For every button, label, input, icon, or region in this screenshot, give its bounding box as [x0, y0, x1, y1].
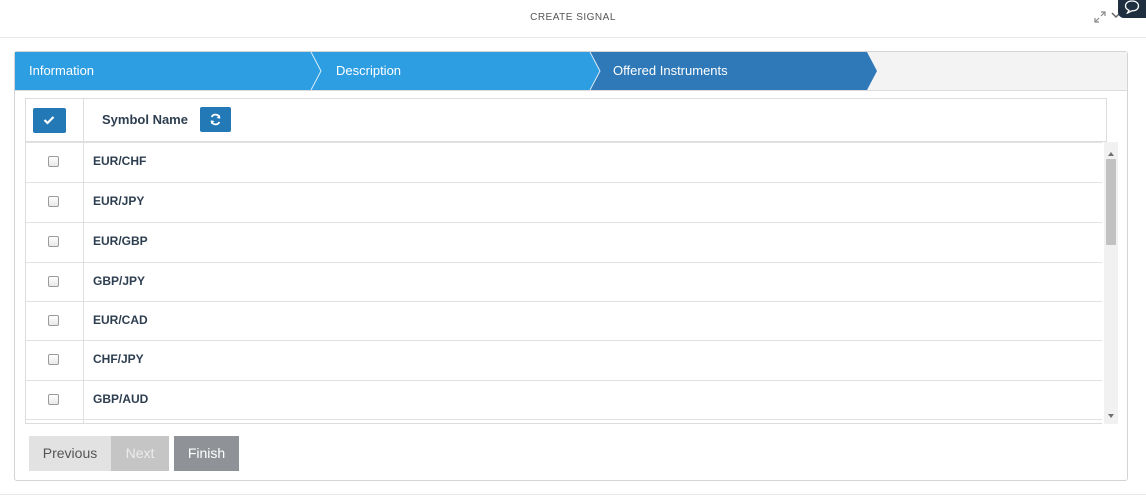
expand-arrows-icon[interactable]: [1093, 10, 1107, 24]
wizard-steps: Information Description Offered Instrume…: [15, 52, 1127, 91]
table-row[interactable]: GBP/AUD: [26, 380, 1102, 421]
table-row[interactable]: EUR/CHF: [26, 142, 1102, 183]
scroll-down-arrow-icon[interactable]: [1104, 408, 1118, 418]
scroll-up-arrow-icon[interactable]: [1104, 146, 1118, 156]
step-offered-instruments-label: Offered Instruments: [613, 63, 728, 78]
symbol-name-header[interactable]: Symbol Name: [102, 112, 188, 127]
refresh-icon: [210, 113, 221, 126]
table-row[interactable]: [26, 419, 1102, 423]
row-check-cell: [26, 223, 84, 263]
chat-bubble-icon: [1124, 0, 1140, 14]
row-symbol: EUR/CAD: [93, 313, 148, 327]
table-row[interactable]: EUR/GBP: [26, 222, 1102, 263]
row-symbol: GBP/JPY: [93, 274, 146, 288]
row-symbol: CHF/JPY: [93, 352, 144, 366]
next-button[interactable]: Next: [111, 436, 169, 471]
finish-button[interactable]: Finish: [174, 436, 239, 471]
select-all-button[interactable]: [33, 108, 66, 133]
row-check-cell: [26, 263, 84, 303]
row-check-cell: [26, 420, 84, 423]
table-row[interactable]: CHF/JPY: [26, 340, 1102, 381]
row-checkbox[interactable]: [48, 196, 59, 207]
row-checkbox[interactable]: [48, 276, 59, 287]
wizard-panel: Information Description Offered Instrume…: [14, 51, 1128, 481]
row-checkbox[interactable]: [48, 236, 59, 247]
modal-title: CREATE SIGNAL: [530, 12, 616, 23]
row-symbol: EUR/CHF: [93, 154, 147, 168]
row-check-cell: [26, 341, 84, 381]
table-row[interactable]: EUR/JPY: [26, 182, 1102, 223]
row-checkbox[interactable]: [48, 394, 59, 405]
checkmark-icon: [43, 116, 55, 125]
step-information[interactable]: Information: [15, 52, 311, 90]
header-check-cell: [26, 99, 84, 141]
chat-button[interactable]: [1118, 0, 1146, 18]
row-check-cell: [26, 183, 84, 223]
row-symbol: GBP/AUD: [93, 392, 149, 406]
scrollbar-thumb[interactable]: [1106, 159, 1116, 245]
row-check-cell: [26, 381, 84, 421]
step-description-label: Description: [336, 63, 402, 78]
table-row[interactable]: GBP/JPY: [26, 262, 1102, 303]
refresh-button[interactable]: [200, 107, 231, 132]
table-row[interactable]: EUR/CAD: [26, 301, 1102, 342]
instruments-grid: Symbol Name EUR/CHF EUR/JPY EUR/GBP GBP/…: [25, 98, 1118, 428]
step-offered-instruments[interactable]: Offered Instruments: [600, 52, 868, 90]
row-check-cell: [26, 302, 84, 342]
grid-scrollbar[interactable]: [1104, 142, 1118, 424]
modal-header: CREATE SIGNAL: [0, 0, 1146, 38]
previous-button[interactable]: Previous: [29, 436, 111, 471]
step-description[interactable]: Description: [321, 52, 591, 90]
row-checkbox[interactable]: [48, 315, 59, 326]
row-checkbox[interactable]: [48, 156, 59, 167]
grid-header: Symbol Name: [25, 98, 1107, 142]
row-checkbox[interactable]: [48, 354, 59, 365]
row-symbol: EUR/GBP: [93, 234, 148, 248]
footer-divider: [0, 494, 1146, 495]
row-check-cell: [26, 143, 84, 183]
row-symbol: EUR/JPY: [93, 194, 145, 208]
step-information-label: Information: [29, 63, 95, 78]
grid-body: EUR/CHF EUR/JPY EUR/GBP GBP/JPY EUR/CAD …: [25, 142, 1102, 424]
